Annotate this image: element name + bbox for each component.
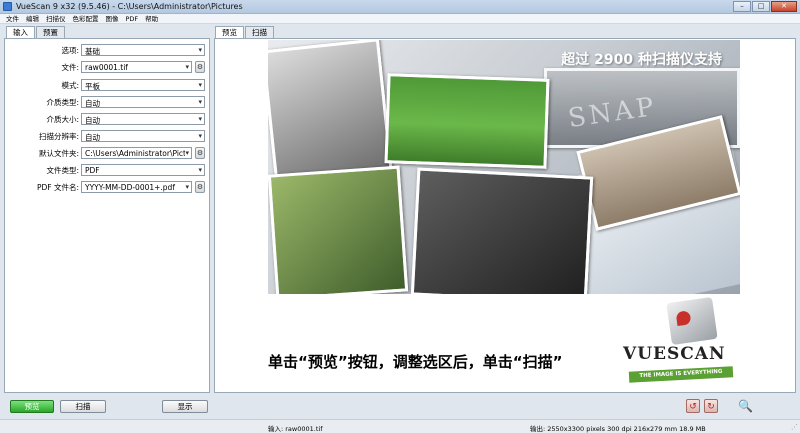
menu-bar: 文件 编辑 扫描仪 色彩配置 图像 PDF 帮助: [0, 14, 800, 24]
dropdown-value: 自动: [85, 99, 100, 108]
menu-help[interactable]: 帮助: [145, 14, 158, 23]
maximize-button[interactable]: □: [752, 1, 770, 12]
default-folder-dropdown[interactable]: C:\Users\Administrator\Pictu ▾: [81, 147, 192, 159]
setting-row-mode: 模式: 平板 ▾: [5, 79, 209, 92]
dropdown-value: 基础: [85, 47, 100, 56]
setting-row-media-size: 介质大小: 自动 ▾: [5, 113, 209, 126]
file-type-dropdown[interactable]: PDF ▾: [81, 164, 205, 176]
menu-file[interactable]: 文件: [6, 14, 19, 23]
setting-row-options: 选项: 基础 ▾: [5, 44, 209, 57]
dog-photo: [268, 165, 409, 294]
menu-image[interactable]: 图像: [106, 14, 119, 23]
media-size-dropdown[interactable]: 自动 ▾: [81, 113, 205, 125]
preview-image: SNAP 超过 2900 种扫描仪支持: [268, 40, 740, 294]
zoom-icon[interactable]: 🔍: [738, 399, 753, 413]
setting-label: 文件:: [61, 63, 79, 72]
setting-label: 选项:: [61, 46, 79, 55]
app-icon: [3, 2, 12, 11]
scanner-support-headline: 超过 2900 种扫描仪支持: [561, 52, 722, 68]
dropdown-value: raw0001.tif: [85, 63, 128, 72]
window-controls: – □ ✕: [732, 1, 797, 13]
file-dropdown[interactable]: raw0001.tif ▾: [81, 61, 192, 73]
output-status: 输出: 2550x3300 pixels 300 dpi 216x279 mm …: [530, 425, 706, 433]
menu-edit[interactable]: 编辑: [26, 14, 39, 23]
setting-row-default-folder: 默认文件夹: C:\Users\Administrator\Pictu ▾ ⚙: [5, 147, 209, 160]
window-title: VueScan 9 x32 (9.5.46) - C:\Users\Admini…: [16, 2, 243, 11]
mode-dropdown[interactable]: 平板 ▾: [81, 79, 205, 91]
scan-resolution-dropdown[interactable]: 自动 ▾: [81, 130, 205, 142]
setting-label: 文件类型:: [46, 166, 79, 175]
gear-icon[interactable]: ⚙: [195, 147, 205, 159]
boys-photo: [410, 167, 594, 294]
menu-scanner[interactable]: 扫描仪: [46, 14, 66, 23]
vuescan-logo: VUESCAN THE IMAGE IS EVERYTHING: [615, 297, 735, 392]
minimize-button[interactable]: –: [733, 1, 751, 12]
dropdown-value: 平板: [85, 82, 100, 91]
settings-panel: 选项: 基础 ▾ 文件: raw0001.tif ▾ ⚙ 模式: 平板 ▾ 介质…: [4, 38, 210, 393]
chevron-down-icon: ▾: [198, 132, 202, 140]
chevron-down-icon: ▾: [198, 81, 202, 89]
bottom-toolbar: 预览 扫描 显示 ↺ ↻ 🔍: [0, 395, 800, 419]
preview-panel: SNAP 超过 2900 种扫描仪支持 单击“预览”按钮，调整选区后，单击“扫描…: [214, 38, 796, 393]
wedding-photo: [268, 40, 393, 182]
setting-label: 介质类型:: [46, 98, 79, 107]
menu-pdf[interactable]: PDF: [126, 14, 139, 23]
setting-row-scan-resolution: 扫描分辨率: 自动 ▾: [5, 130, 209, 143]
gear-icon[interactable]: ⚙: [195, 181, 205, 193]
dropdown-value: C:\Users\Administrator\Pictu: [85, 149, 185, 158]
options-dropdown[interactable]: 基础 ▾: [81, 44, 205, 56]
setting-row-file-type: 文件类型: PDF ▾: [5, 164, 209, 177]
chevron-down-icon: ▾: [198, 46, 202, 54]
chevron-down-icon: ▾: [185, 183, 189, 191]
logo-wordmark: VUESCAN: [623, 344, 726, 364]
rotate-right-icon[interactable]: ↻: [704, 399, 718, 413]
chevron-down-icon: ▾: [185, 149, 189, 157]
setting-label: 默认文件夹:: [38, 149, 79, 158]
resize-grip-icon[interactable]: ⋰: [791, 423, 798, 431]
dropdown-value: 自动: [85, 116, 100, 125]
setting-row-media-type: 介质类型: 自动 ▾: [5, 96, 209, 109]
dropdown-value: 自动: [85, 133, 100, 142]
chevron-down-icon: ▾: [185, 63, 189, 71]
pdf-filename-dropdown[interactable]: YYYY-MM-DD-0001+.pdf ▾: [81, 181, 192, 193]
chevron-down-icon: ▾: [198, 166, 202, 174]
kids-photo: [384, 73, 550, 169]
show-button[interactable]: 显示: [162, 400, 208, 413]
close-button[interactable]: ✕: [771, 1, 797, 12]
status-bar: 输入: raw0001.tif 输出: 2550x3300 pixels 300…: [0, 419, 800, 433]
rotate-left-icon[interactable]: ↺: [686, 399, 700, 413]
setting-row-pdf-filename: PDF 文件名: YYYY-MM-DD-0001+.pdf ▾ ⚙: [5, 181, 209, 194]
setting-row-file: 文件: raw0001.tif ▾ ⚙: [5, 61, 209, 74]
menu-color-profile[interactable]: 色彩配置: [73, 14, 99, 23]
instruction-banner: 单击“预览”按钮，调整选区后，单击“扫描”: [268, 353, 563, 371]
title-bar: VueScan 9 x32 (9.5.46) - C:\Users\Admini…: [0, 0, 800, 14]
input-status: 输入: raw0001.tif: [268, 425, 323, 433]
scanner-logo-icon: [666, 297, 718, 345]
logo-slogan: THE IMAGE IS EVERYTHING: [628, 366, 734, 383]
chevron-down-icon: ▾: [198, 98, 202, 106]
dropdown-value: PDF: [85, 166, 100, 175]
media-type-dropdown[interactable]: 自动 ▾: [81, 96, 205, 108]
setting-label: PDF 文件名:: [36, 183, 79, 192]
dropdown-value: YYYY-MM-DD-0001+.pdf: [85, 183, 175, 192]
chevron-down-icon: ▾: [198, 115, 202, 123]
setting-label: 模式:: [61, 81, 79, 90]
gear-icon[interactable]: ⚙: [195, 61, 205, 73]
setting-label: 介质大小:: [46, 115, 79, 124]
scan-button[interactable]: 扫描: [60, 400, 106, 413]
preview-button[interactable]: 预览: [10, 400, 54, 413]
setting-label: 扫描分辨率:: [38, 132, 79, 141]
